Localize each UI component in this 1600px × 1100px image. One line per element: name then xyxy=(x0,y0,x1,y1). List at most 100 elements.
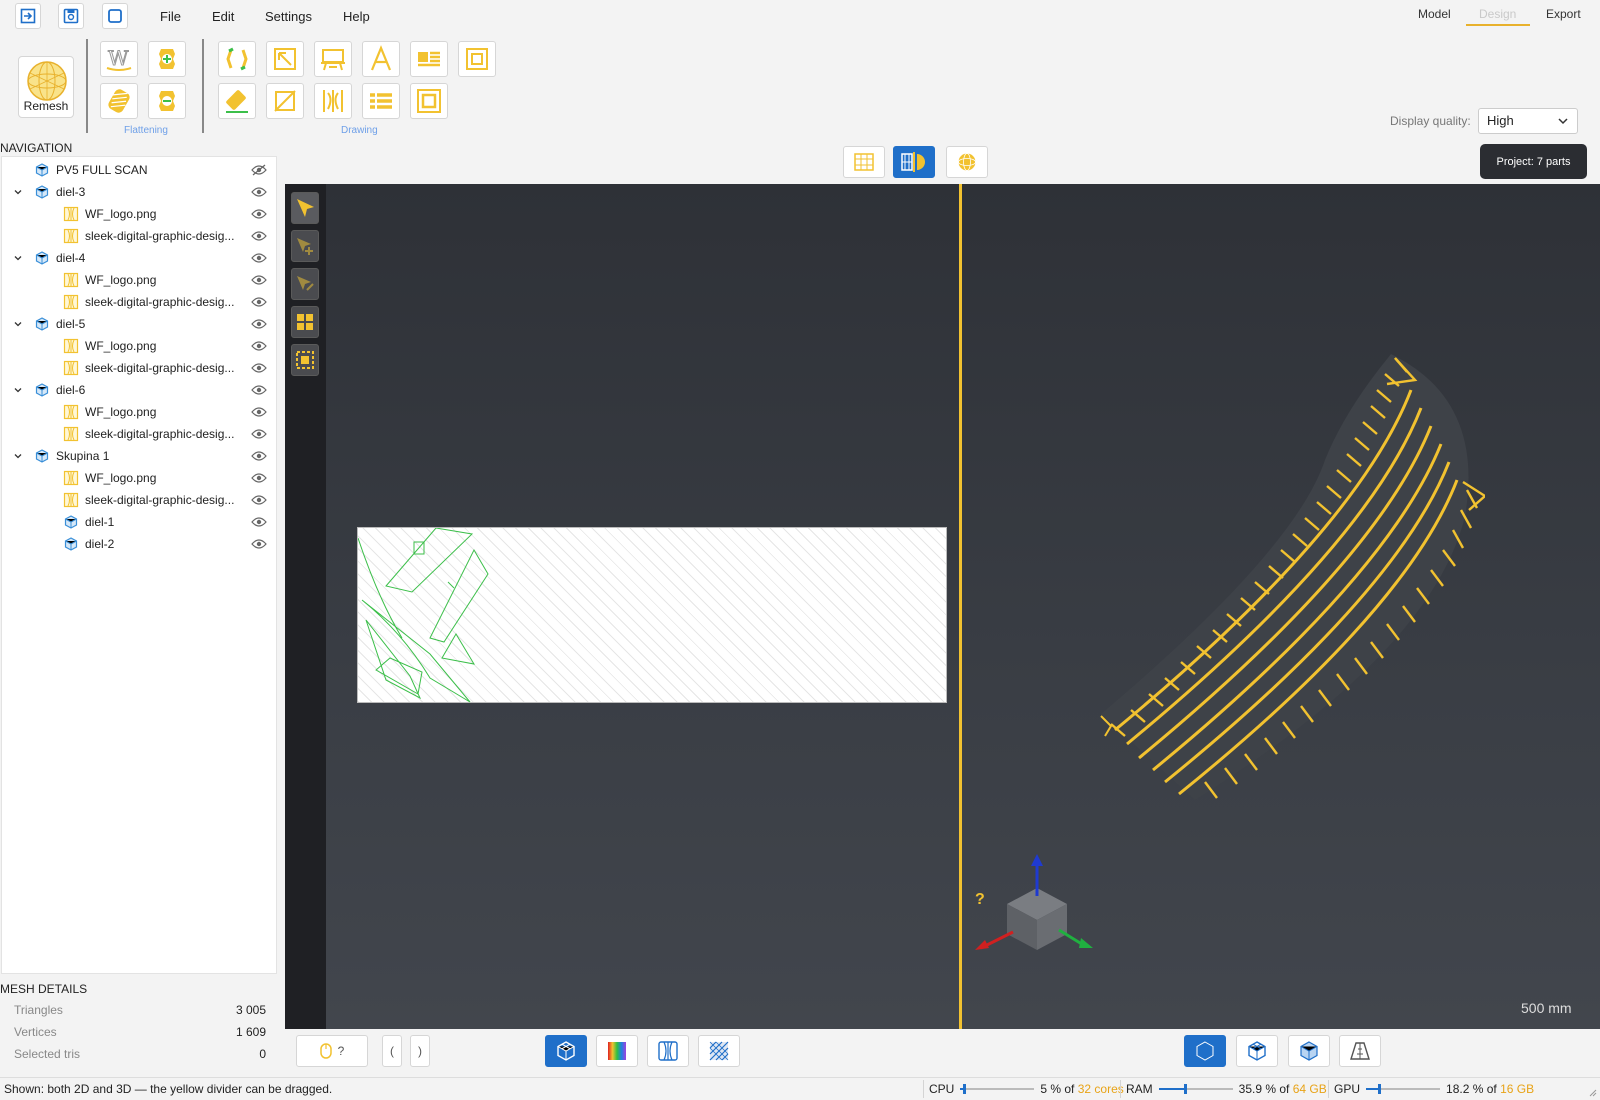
contour-view-button[interactable] xyxy=(647,1035,689,1067)
tree-item[interactable]: diel-6 xyxy=(2,379,276,401)
bracket-left-button[interactable]: ( xyxy=(382,1035,402,1067)
eye-icon[interactable] xyxy=(250,339,268,353)
viewport[interactable]: ? 500 mm xyxy=(285,184,1600,1029)
tree-item[interactable]: Skupina 1 xyxy=(2,445,276,467)
tree-item[interactable]: WF_logo.png xyxy=(2,467,276,489)
chevron-down-icon[interactable] xyxy=(12,186,24,198)
tab-design[interactable]: Design xyxy=(1479,7,1516,21)
tree-item[interactable]: PV5 FULL SCAN xyxy=(2,159,276,181)
ungroup-tool-button[interactable] xyxy=(291,344,319,376)
rotate-tool-button[interactable] xyxy=(218,41,256,77)
chevron-down-icon[interactable] xyxy=(12,252,24,264)
tree-item[interactable]: diel-2 xyxy=(2,533,276,555)
eye-icon[interactable] xyxy=(250,295,268,309)
flattened-sheet[interactable] xyxy=(357,527,947,703)
hatch-view-button[interactable] xyxy=(698,1035,740,1067)
add-flatten-button[interactable] xyxy=(148,41,186,77)
eye-icon[interactable] xyxy=(250,229,268,243)
eraser-tool-button[interactable] xyxy=(218,83,256,119)
view-3d-toggle[interactable] xyxy=(946,146,988,178)
group-tool-button[interactable] xyxy=(291,306,319,338)
tree-item[interactable]: sleek-digital-graphic-desig... xyxy=(2,291,276,313)
eye-icon[interactable] xyxy=(250,449,268,463)
exit-icon[interactable] xyxy=(15,3,41,29)
tree-item[interactable]: sleek-digital-graphic-desig... xyxy=(2,225,276,247)
remove-flatten-button[interactable] xyxy=(148,83,186,119)
remove-point-tool-button[interactable] xyxy=(291,268,319,300)
view-2d-toggle[interactable] xyxy=(843,146,885,178)
offset-tool-button[interactable] xyxy=(410,83,448,119)
gpu-meter: GPU 18.2 % of 16 GB xyxy=(1334,1082,1534,1096)
chevron-down-icon[interactable] xyxy=(12,318,24,330)
solid-shading-button[interactable] xyxy=(1184,1035,1226,1067)
transparent-shading-button[interactable] xyxy=(1288,1035,1330,1067)
tree-item[interactable]: WF_logo.png xyxy=(2,401,276,423)
cut-tool-button[interactable] xyxy=(266,83,304,119)
chevron-down-icon[interactable] xyxy=(12,384,24,396)
frame-tool-button[interactable] xyxy=(458,41,496,77)
display-quality-select[interactable]: High xyxy=(1478,108,1578,134)
tree-item[interactable]: diel-3 xyxy=(2,181,276,203)
tree-item[interactable]: WF_logo.png xyxy=(2,203,276,225)
eye-icon[interactable] xyxy=(250,185,268,199)
tree-item-label: diel-3 xyxy=(56,185,86,199)
cpu-total: 32 cores xyxy=(1077,1082,1124,1096)
tree-item[interactable]: WF_logo.png xyxy=(2,335,276,357)
window-icon[interactable] xyxy=(102,3,128,29)
bracket-right-button[interactable]: ) xyxy=(410,1035,430,1067)
select-tool-button[interactable] xyxy=(291,192,319,224)
spring-tool-button[interactable] xyxy=(100,83,138,119)
status-bar: Shown: both 2D and 3D — the yellow divid… xyxy=(0,1077,1600,1100)
tree-item[interactable]: sleek-digital-graphic-desig... xyxy=(2,357,276,379)
wireframe-shading-button[interactable] xyxy=(1236,1035,1278,1067)
flattening-group-label: Flattening xyxy=(124,125,168,136)
color-map-button[interactable] xyxy=(596,1035,638,1067)
menu-settings[interactable]: Settings xyxy=(265,9,312,24)
eye-icon[interactable] xyxy=(250,493,268,507)
text-tool-button[interactable] xyxy=(362,41,400,77)
split-divider[interactable] xyxy=(959,184,962,1029)
eye-icon[interactable] xyxy=(250,471,268,485)
tree-item[interactable]: sleek-digital-graphic-desig... xyxy=(2,423,276,445)
menu-help[interactable]: Help xyxy=(343,9,370,24)
machine-tool-button[interactable] xyxy=(314,41,352,77)
eye-icon[interactable] xyxy=(250,361,268,375)
list-tool-button[interactable] xyxy=(362,83,400,119)
tree-item[interactable]: diel-5 xyxy=(2,313,276,335)
tree-item[interactable]: WF_logo.png xyxy=(2,269,276,291)
eye-icon[interactable] xyxy=(250,317,268,331)
eye-icon[interactable] xyxy=(250,405,268,419)
mesh-3d-preview[interactable] xyxy=(1065,350,1485,810)
tree-item[interactable]: sleek-digital-graphic-desig... xyxy=(2,489,276,511)
tab-export[interactable]: Export xyxy=(1546,7,1581,21)
eye-icon[interactable] xyxy=(250,427,268,441)
eye-icon[interactable] xyxy=(250,383,268,397)
contour-tool-button[interactable] xyxy=(314,83,352,119)
eye-icon[interactable] xyxy=(250,251,268,265)
menu-file[interactable]: File xyxy=(160,9,181,24)
menu-edit[interactable]: Edit xyxy=(212,9,234,24)
orientation-cube-icon[interactable] xyxy=(975,854,1095,964)
mesh-view-button[interactable] xyxy=(545,1035,587,1067)
move-corner-button[interactable] xyxy=(266,41,304,77)
tree-item[interactable]: diel-4 xyxy=(2,247,276,269)
view-split-toggle[interactable] xyxy=(893,146,935,178)
eye-icon[interactable] xyxy=(250,207,268,221)
chevron-down-icon[interactable] xyxy=(12,450,24,462)
tab-model[interactable]: Model xyxy=(1418,7,1451,21)
tree-item[interactable]: diel-1 xyxy=(2,511,276,533)
save-icon[interactable] xyxy=(58,3,84,29)
eye-icon[interactable] xyxy=(250,515,268,529)
eye-off-icon[interactable] xyxy=(250,163,268,177)
resize-grip-icon[interactable] xyxy=(1587,1087,1597,1097)
mouse-hint-button[interactable]: ? xyxy=(296,1035,368,1067)
weld-tool-button[interactable]: W xyxy=(100,41,138,77)
add-point-tool-button[interactable] xyxy=(291,230,319,262)
perspective-button[interactable] xyxy=(1339,1035,1381,1067)
eye-icon[interactable] xyxy=(250,273,268,287)
mesh-cube-icon xyxy=(34,448,50,464)
image-text-tool-button[interactable] xyxy=(410,41,448,77)
remesh-button[interactable]: Remesh xyxy=(18,56,74,118)
eye-icon[interactable] xyxy=(250,537,268,551)
tree-item-label: diel-6 xyxy=(56,383,86,397)
